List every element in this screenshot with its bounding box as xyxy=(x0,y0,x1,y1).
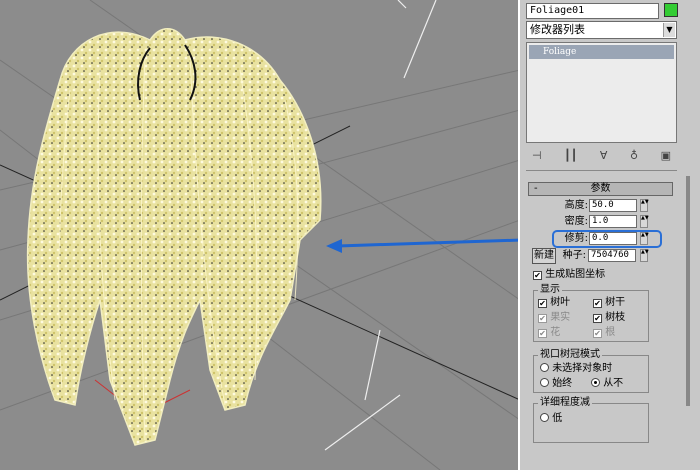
seed-row: 种子: 7504760 ▲▼ xyxy=(558,249,658,263)
viewport-scene xyxy=(0,0,518,470)
display-roots-row: ✔ 根 xyxy=(593,327,615,339)
density-input[interactable]: 1.0 xyxy=(589,215,637,228)
seed-input[interactable]: 7504760 xyxy=(588,249,636,262)
new-seed-button[interactable]: 新建 xyxy=(532,248,556,264)
rollout-toggle: - xyxy=(534,183,538,194)
willow-tree xyxy=(26,28,322,446)
roots-checkbox: ✔ xyxy=(593,329,602,338)
lod-low-radio[interactable] xyxy=(540,413,549,422)
stack-toolbar: ⊣ ┃┃ ∀ ♁ ▣ xyxy=(526,147,677,163)
display-leaves-row[interactable]: ✔ 树叶 xyxy=(538,297,570,309)
stack-item-foliage[interactable]: Foliage xyxy=(529,45,674,59)
object-name-field[interactable]: Foliage01 xyxy=(526,3,659,19)
height-input[interactable]: 50.0 xyxy=(589,199,637,212)
canopy-always-radio[interactable] xyxy=(540,378,549,387)
pin-stack-icon[interactable]: ⊣ xyxy=(532,149,542,162)
trunk-checkbox[interactable]: ✔ xyxy=(593,299,602,308)
panel-scrollbar[interactable] xyxy=(686,176,690,406)
height-label: 高度: xyxy=(564,200,588,211)
canopy-never-row[interactable]: 从不 xyxy=(591,377,623,390)
seed-label: 种子: xyxy=(562,250,586,261)
height-row: 高度: 50.0 ▲▼ xyxy=(528,199,658,213)
display-branches-row[interactable]: ✔ 树枝 xyxy=(593,312,625,324)
dropdown-arrow-icon: ▼ xyxy=(663,23,675,37)
flowers-label: 花 xyxy=(550,327,561,338)
leaves-checkbox[interactable]: ✔ xyxy=(538,299,547,308)
configure-sets-icon[interactable]: ▣ xyxy=(661,149,671,162)
make-unique-icon[interactable]: ∀ xyxy=(600,149,608,162)
fruit-checkbox: ✔ xyxy=(538,314,547,323)
density-label: 密度: xyxy=(564,216,588,227)
canopy-mode-title: 视口树冠模式 xyxy=(538,349,602,361)
canopy-always-row[interactable]: 始终 xyxy=(540,377,572,390)
height-spinner[interactable]: ▲▼ xyxy=(640,199,649,212)
seed-spinner[interactable]: ▲▼ xyxy=(640,249,649,262)
flowers-checkbox: ✔ xyxy=(538,329,547,338)
object-color-swatch[interactable] xyxy=(664,3,678,17)
parameters-rollout-header[interactable]: - 参数 xyxy=(528,182,673,196)
display-trunk-row[interactable]: ✔ 树干 xyxy=(593,297,625,309)
panel-divider xyxy=(526,170,677,171)
trunk-label: 树干 xyxy=(605,297,626,308)
branches-checkbox[interactable]: ✔ xyxy=(593,314,602,323)
canopy-when-unselected-row[interactable]: 未选择对象时 xyxy=(540,362,612,375)
display-group-title: 显示 xyxy=(538,284,562,296)
fruit-label: 果实 xyxy=(550,312,571,323)
density-spinner[interactable]: ▲▼ xyxy=(640,215,649,228)
annotation-arrow xyxy=(326,238,518,253)
show-end-result-icon[interactable]: ┃┃ xyxy=(564,149,577,162)
canopy-never-radio[interactable] xyxy=(591,378,600,387)
display-fruit-row: ✔ 果实 xyxy=(538,312,570,324)
modifier-list-dropdown[interactable]: 修改器列表 ▼ xyxy=(526,21,677,39)
canopy-when-unselected-radio[interactable] xyxy=(540,363,549,372)
gen-mapping-checkbox-row[interactable]: ✔ 生成贴图坐标 xyxy=(533,269,605,281)
perspective-viewport[interactable] xyxy=(0,0,520,470)
lod-group-title: 详细程度减 xyxy=(538,397,592,409)
roots-label: 根 xyxy=(605,327,616,338)
canopy-when-unselected-label: 未选择对象时 xyxy=(552,363,613,374)
gen-mapping-checkbox[interactable]: ✔ xyxy=(533,271,542,280)
density-row: 密度: 1.0 ▲▼ xyxy=(528,215,658,229)
lod-low-row[interactable]: 低 xyxy=(540,412,562,425)
rollout-title: 参数 xyxy=(590,183,611,194)
modifier-list-label: 修改器列表 xyxy=(530,23,585,36)
prune-highlight xyxy=(552,230,662,248)
gen-mapping-label: 生成贴图坐标 xyxy=(545,269,606,280)
leaves-label: 树叶 xyxy=(550,297,571,308)
viewport-white-guides xyxy=(324,0,437,451)
branches-label: 树枝 xyxy=(605,312,626,323)
lod-low-label: 低 xyxy=(552,413,563,424)
canopy-always-label: 始终 xyxy=(552,378,573,389)
remove-modifier-icon[interactable]: ♁ xyxy=(630,149,638,162)
modifier-stack-list[interactable]: Foliage xyxy=(526,42,677,143)
canopy-never-label: 从不 xyxy=(603,378,624,389)
display-flowers-row: ✔ 花 xyxy=(538,327,560,339)
